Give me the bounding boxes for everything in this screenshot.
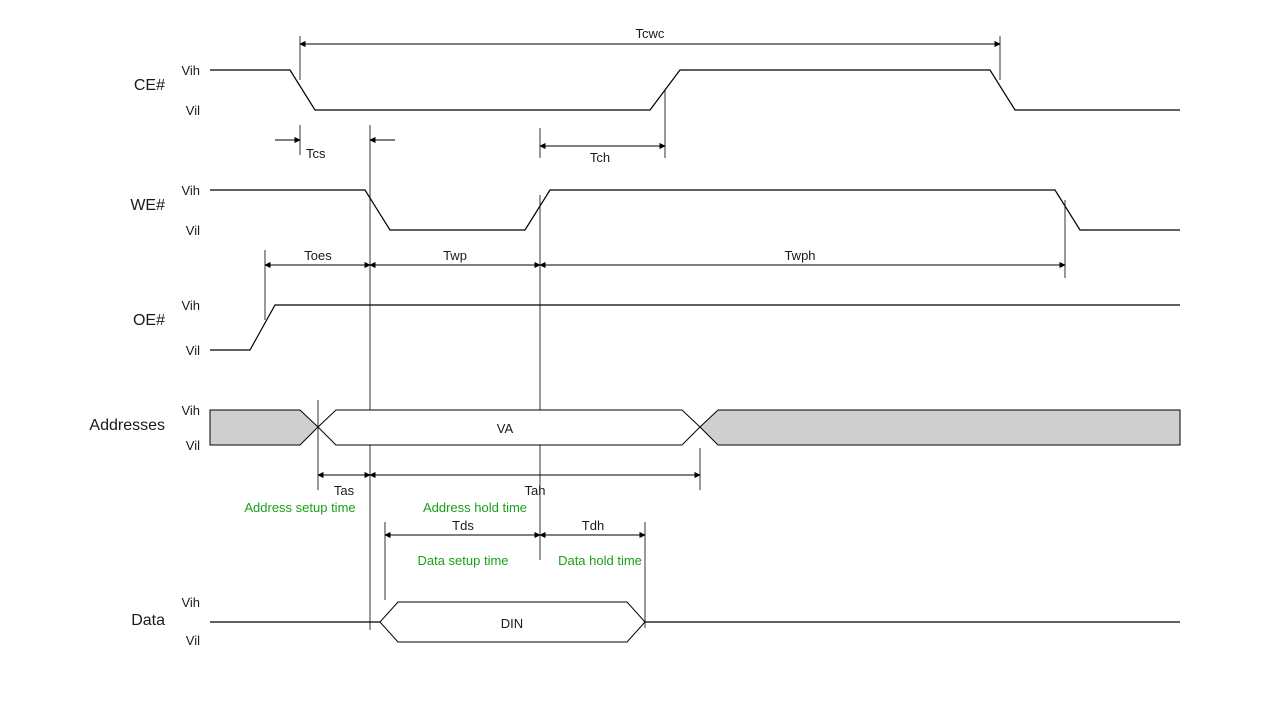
- data-vil: Vil: [186, 633, 200, 648]
- signal-data: Data Vih Vil DIN Tds Data setup time Tdh…: [131, 518, 1180, 648]
- signal-oe: OE# Vih Vil: [133, 298, 1180, 358]
- addr-vil: Vil: [186, 438, 200, 453]
- label-twph: Twph: [784, 248, 815, 263]
- label-tah: Tah: [525, 483, 546, 498]
- addr-invalid-right: [700, 410, 1180, 445]
- we-waveform: [210, 190, 1180, 230]
- data-valid-label: DIN: [501, 616, 523, 631]
- signal-we: WE# Vih Vil Toes Twp Twph: [130, 183, 1180, 630]
- we-label: WE#: [130, 197, 165, 214]
- signal-ce: CE# Vih Vil Tcwc Tcs Tch: [134, 26, 1180, 195]
- note-data-setup: Data setup time: [417, 553, 508, 568]
- we-vil: Vil: [186, 223, 200, 238]
- oe-waveform: [210, 305, 1180, 350]
- addr-valid-label: VA: [497, 421, 514, 436]
- note-data-hold: Data hold time: [558, 553, 642, 568]
- label-tdh: Tdh: [582, 518, 604, 533]
- label-tcwc: Tcwc: [636, 26, 665, 41]
- oe-label: OE#: [133, 312, 165, 329]
- addr-label: Addresses: [89, 417, 165, 434]
- oe-vih: Vih: [181, 298, 200, 313]
- label-tds: Tds: [452, 518, 474, 533]
- oe-vil: Vil: [186, 343, 200, 358]
- note-addr-setup: Address setup time: [244, 500, 355, 515]
- note-addr-hold: Address hold time: [423, 500, 527, 515]
- timing-diagram: CE# Vih Vil Tcwc Tcs Tch WE# Vih Vil Toe…: [0, 0, 1268, 707]
- label-toes: Toes: [304, 248, 332, 263]
- label-twp: Twp: [443, 248, 467, 263]
- ce-vih: Vih: [181, 63, 200, 78]
- ce-waveform: [210, 70, 1180, 110]
- label-tcs: Tcs: [306, 146, 326, 161]
- label-tch: Tch: [590, 150, 610, 165]
- addr-invalid-left: [210, 410, 318, 445]
- signal-addresses: Addresses Vih Vil VA Tas Address setup t…: [89, 400, 1180, 515]
- data-vih: Vih: [181, 595, 200, 610]
- ce-label: CE#: [134, 77, 165, 94]
- data-label: Data: [131, 612, 165, 629]
- ce-vil: Vil: [186, 103, 200, 118]
- label-tas: Tas: [334, 483, 355, 498]
- we-vih: Vih: [181, 183, 200, 198]
- addr-vih: Vih: [181, 403, 200, 418]
